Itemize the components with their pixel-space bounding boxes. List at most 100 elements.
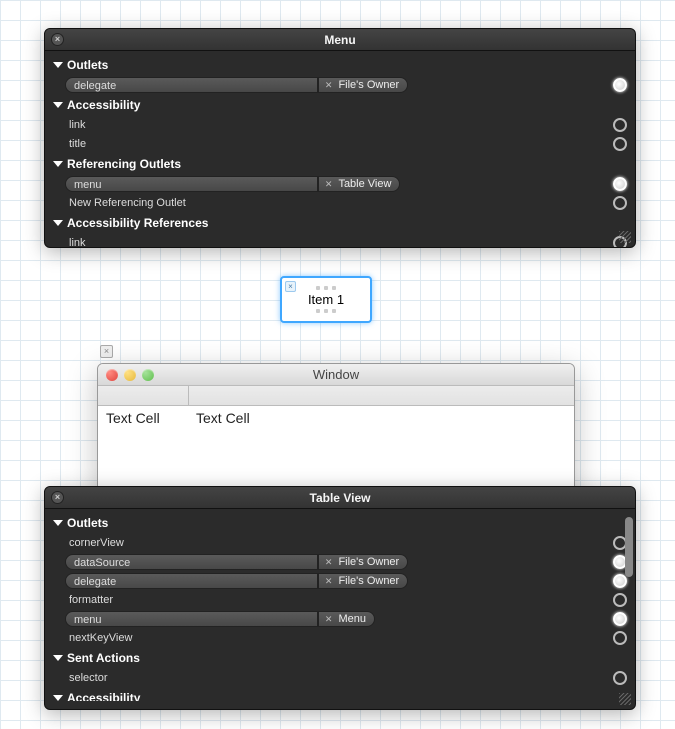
hud-titlebar[interactable]: × Table View bbox=[45, 487, 635, 509]
close-icon[interactable]: × bbox=[51, 491, 64, 504]
connection-target[interactable]: ✕ File's Owner bbox=[318, 554, 408, 570]
hud-body: Outlets cornerView dataSource ✕ File's Ow… bbox=[45, 509, 635, 701]
window-zoom-icon[interactable] bbox=[142, 369, 154, 381]
outlet-row-datasource[interactable]: dataSource ✕ File's Owner bbox=[51, 553, 629, 571]
resize-handle-icon[interactable] bbox=[619, 231, 631, 243]
disconnect-icon[interactable]: ✕ bbox=[325, 177, 333, 191]
disclosure-triangle-icon bbox=[53, 520, 63, 526]
disclosure-triangle-icon bbox=[53, 655, 63, 661]
window-close-icon[interactable] bbox=[106, 369, 118, 381]
table-header[interactable] bbox=[98, 386, 574, 406]
text-cell[interactable]: Text Cell bbox=[98, 406, 188, 430]
disconnect-icon[interactable]: ✕ bbox=[325, 78, 333, 92]
window[interactable]: Window Text Cell Text Cell bbox=[97, 363, 575, 503]
connection-socket-icon[interactable] bbox=[613, 118, 627, 132]
connection: ✕ File's Owner bbox=[318, 573, 613, 589]
section-sent-actions[interactable]: Sent Actions bbox=[51, 648, 629, 668]
section-label: Outlets bbox=[67, 516, 108, 530]
outlet-row-new-referencing[interactable]: New Referencing Outlet bbox=[51, 194, 629, 212]
resize-handle-icon[interactable] bbox=[619, 693, 631, 705]
hud-titlebar[interactable]: × Menu bbox=[45, 29, 635, 51]
disconnect-icon[interactable]: ✕ bbox=[325, 574, 333, 588]
connection-socket-icon[interactable] bbox=[613, 177, 627, 191]
connection-socket-icon[interactable] bbox=[613, 78, 627, 92]
section-label: Accessibility bbox=[67, 691, 140, 701]
drag-grip-icon bbox=[302, 309, 350, 313]
outlet-row-menu[interactable]: menu ✕ Table View bbox=[51, 175, 629, 193]
outlet-name: title bbox=[65, 138, 318, 150]
section-accessibility[interactable]: Accessibility bbox=[51, 688, 629, 701]
section-accessibility[interactable]: Accessibility bbox=[51, 95, 629, 115]
outlet-name: selector bbox=[65, 672, 318, 684]
close-icon[interactable]: × bbox=[285, 281, 296, 292]
target-label: File's Owner bbox=[338, 555, 399, 569]
hud-title: Table View bbox=[310, 491, 371, 505]
section-label: Accessibility References bbox=[67, 216, 208, 230]
column-header[interactable] bbox=[98, 386, 188, 405]
connection-target[interactable]: ✕ File's Owner bbox=[318, 77, 408, 93]
window-title: Window bbox=[313, 367, 359, 382]
target-label: File's Owner bbox=[338, 78, 399, 92]
outlet-name: delegate bbox=[65, 77, 318, 93]
outlet-name: menu bbox=[65, 611, 318, 627]
menu-item-title: Item 1 bbox=[302, 292, 350, 307]
connection-socket-icon[interactable] bbox=[613, 593, 627, 607]
section-outlets[interactable]: Outlets bbox=[51, 513, 629, 533]
outlet-row-delegate[interactable]: delegate ✕ File's Owner bbox=[51, 76, 629, 94]
section-label: Outlets bbox=[67, 58, 108, 72]
drag-grip-icon bbox=[302, 286, 350, 290]
outlet-name: link bbox=[65, 237, 318, 248]
outlet-row-menu[interactable]: menu ✕ Menu bbox=[51, 610, 629, 628]
connection-socket-icon[interactable] bbox=[613, 612, 627, 626]
outlet-name: dataSource bbox=[65, 554, 318, 570]
window-minimize-icon[interactable] bbox=[124, 369, 136, 381]
menu-item-object[interactable]: × Item 1 bbox=[280, 276, 372, 323]
target-label: Table View bbox=[338, 177, 391, 191]
outlet-name: menu bbox=[65, 176, 318, 192]
outlet-name: New Referencing Outlet bbox=[65, 197, 318, 209]
connection-socket-icon[interactable] bbox=[613, 196, 627, 210]
table-body[interactable]: Text Cell Text Cell bbox=[98, 406, 574, 430]
outlet-row-title[interactable]: title bbox=[51, 135, 629, 153]
close-icon[interactable]: × bbox=[51, 33, 64, 46]
outlet-name: delegate bbox=[65, 573, 318, 589]
disclosure-triangle-icon bbox=[53, 62, 63, 68]
connection: ✕ File's Owner bbox=[318, 77, 613, 93]
disconnect-icon[interactable]: ✕ bbox=[325, 555, 333, 569]
connection-target[interactable]: ✕ File's Owner bbox=[318, 573, 408, 589]
connection-target[interactable]: ✕ Menu bbox=[318, 611, 375, 627]
connection-socket-icon[interactable] bbox=[613, 574, 627, 588]
outlet-row-delegate[interactable]: delegate ✕ File's Owner bbox=[51, 572, 629, 590]
window-titlebar[interactable]: Window bbox=[98, 364, 574, 386]
section-label: Accessibility bbox=[67, 98, 140, 112]
connection: ✕ File's Owner bbox=[318, 554, 613, 570]
outlet-row-link[interactable]: link bbox=[51, 234, 629, 248]
outlet-name: formatter bbox=[65, 594, 318, 606]
connection: ✕ Table View bbox=[318, 176, 613, 192]
outlet-name: link bbox=[65, 119, 318, 131]
section-outlets[interactable]: Outlets bbox=[51, 55, 629, 75]
hud-body: Outlets delegate ✕ File's Owner Accessibi… bbox=[45, 51, 635, 248]
connection-socket-icon[interactable] bbox=[613, 137, 627, 151]
section-label: Referencing Outlets bbox=[67, 157, 181, 171]
disclosure-triangle-icon bbox=[53, 102, 63, 108]
connection-socket-icon[interactable] bbox=[613, 671, 627, 685]
outlet-row-link[interactable]: link bbox=[51, 116, 629, 134]
connection-target[interactable]: ✕ Table View bbox=[318, 176, 401, 192]
text-cell[interactable]: Text Cell bbox=[188, 406, 426, 430]
section-accessibility-references[interactable]: Accessibility References bbox=[51, 213, 629, 233]
outlet-row-selector[interactable]: selector bbox=[51, 669, 629, 687]
connection-socket-icon[interactable] bbox=[613, 631, 627, 645]
column-header[interactable] bbox=[189, 386, 574, 405]
disclosure-triangle-icon bbox=[53, 220, 63, 226]
outlet-row-cornerview[interactable]: cornerView bbox=[51, 534, 629, 552]
section-referencing-outlets[interactable]: Referencing Outlets bbox=[51, 154, 629, 174]
scrollbar-thumb[interactable] bbox=[625, 517, 633, 577]
outlet-row-nextkeyview[interactable]: nextKeyView bbox=[51, 629, 629, 647]
disconnect-icon[interactable]: ✕ bbox=[325, 612, 333, 626]
connection: ✕ Menu bbox=[318, 611, 613, 627]
target-label: Menu bbox=[338, 612, 366, 626]
close-icon[interactable]: × bbox=[100, 345, 113, 358]
outlet-row-formatter[interactable]: formatter bbox=[51, 591, 629, 609]
target-label: File's Owner bbox=[338, 574, 399, 588]
